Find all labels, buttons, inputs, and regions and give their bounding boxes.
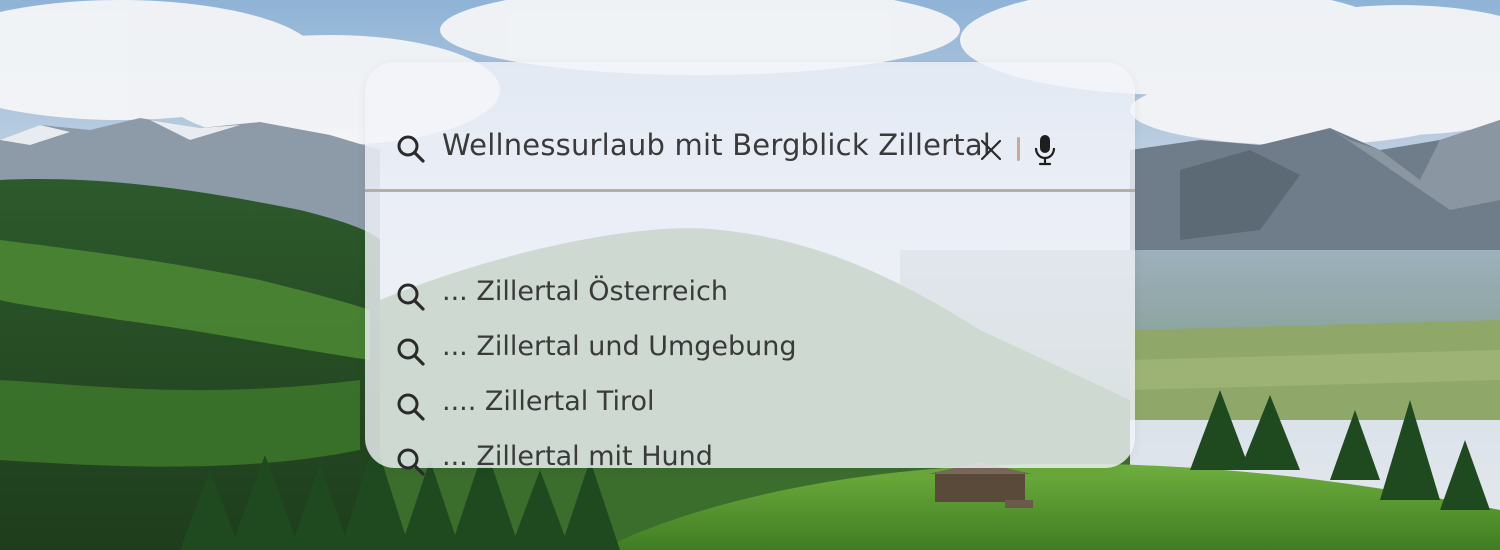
suggestion-label: ... Zillertal mit Hund [442,441,713,472]
search-icon [396,337,426,367]
suggestion-label: ... Zillertal Österreich [442,276,728,307]
suggestion-item[interactable]: ... Zillertal mit Hund [365,435,1135,483]
search-input[interactable]: Wellnessurlaub mit Bergblick Zillertal [442,128,991,162]
close-icon[interactable] [980,139,1002,161]
suggestion-item[interactable]: ... Zillertal und Umgebung [365,325,1135,373]
search-icon [396,447,426,477]
search-icon[interactable] [396,134,426,164]
suggestion-item[interactable]: ... Zillertal Österreich [365,270,1135,318]
search-divider [365,189,1135,192]
search-icon [396,392,426,422]
suggestion-item[interactable]: .... Zillertal Tirol [365,380,1135,428]
search-actions-separator [1017,137,1020,161]
microphone-icon[interactable] [1033,134,1057,166]
search-bar[interactable]: Wellnessurlaub mit Bergblick Zillertal [365,62,1135,190]
search-icon [396,282,426,312]
suggestion-label: ... Zillertal und Umgebung [442,331,797,362]
search-panel: Wellnessurlaub mit Bergblick Zillertal .… [365,62,1135,476]
suggestion-label: .... Zillertal Tirol [442,386,655,417]
